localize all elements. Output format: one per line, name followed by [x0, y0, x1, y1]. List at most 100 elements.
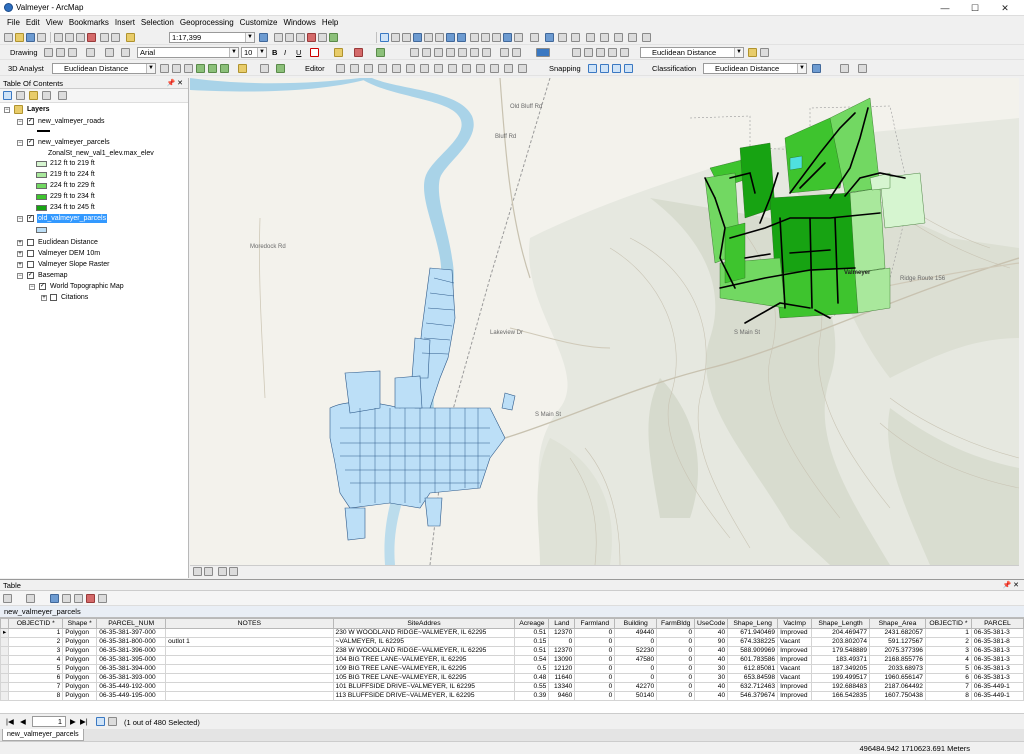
table-row[interactable]: 3 Polygon 06-35-381-396-000 238 W WOODLAND …: [0, 646, 1024, 656]
table-cell[interactable]: 3: [924, 646, 972, 656]
vertex-snapping-icon[interactable]: [612, 64, 621, 73]
table-cell[interactable]: 06-35-449-1: [970, 682, 1024, 692]
list-by-source-icon[interactable]: [16, 91, 25, 100]
table-cell[interactable]: Polygon: [62, 691, 98, 701]
menu-customize[interactable]: Customize: [237, 16, 281, 30]
table-cell[interactable]: 11640: [548, 673, 576, 683]
column-header[interactable]: Building: [614, 618, 658, 629]
snapping-menu[interactable]: Snapping: [549, 64, 581, 73]
layer-topo[interactable]: World Topographic Map: [50, 282, 124, 291]
line-of-sight-icon[interactable]: [184, 64, 193, 73]
table-cell[interactable]: 30: [694, 673, 729, 683]
color-swatch-icon[interactable]: [536, 48, 550, 57]
column-header[interactable]: Farmland: [574, 618, 616, 629]
class-swatch[interactable]: [36, 161, 47, 167]
column-header[interactable]: VacImp: [777, 618, 813, 629]
sketch-properties-icon[interactable]: [504, 64, 513, 73]
table-options-icon[interactable]: [3, 594, 12, 603]
previous-record-icon[interactable]: ◀: [20, 717, 26, 726]
column-header[interactable]: SiteAddres: [332, 618, 516, 629]
forward-extent-icon[interactable]: [457, 33, 466, 42]
hillshade-icon[interactable]: [620, 48, 629, 57]
map-view[interactable]: Ridge Route 156 Valmeyer S Main St S Mai…: [190, 78, 1019, 565]
layer-visibility-checkbox[interactable]: [50, 294, 57, 301]
table-cell[interactable]: 0: [574, 673, 616, 683]
table-cell[interactable]: 653.84598: [727, 673, 779, 683]
table-cell[interactable]: 612.85081: [727, 664, 779, 674]
pause-drawing-icon[interactable]: [229, 567, 238, 576]
table-cell[interactable]: Improved: [777, 682, 813, 692]
euclidean-distance-combo-classification[interactable]: Euclidean Distance ▼: [703, 63, 807, 74]
table-cell[interactable]: 1: [8, 628, 64, 638]
table-cell[interactable]: 101 BLUFFSIDE DRIVE~VALMEYER, IL 62295: [332, 682, 516, 692]
show-selected-records-icon[interactable]: [108, 717, 117, 726]
table-cell[interactable]: [165, 664, 334, 674]
measure-icon[interactable]: [571, 33, 580, 42]
straight-segment-icon[interactable]: [364, 64, 373, 73]
arcglobe-icon[interactable]: [276, 64, 285, 73]
table-cell[interactable]: 06-35-449-195-000: [96, 691, 167, 701]
table-cell[interactable]: 1607.750438: [869, 691, 926, 701]
table-row[interactable]: 7 Polygon 06-35-449-192-000 101 BLUFFSIDE D…: [0, 682, 1024, 692]
zoom-to-selected-icon[interactable]: [98, 594, 107, 603]
toc-window-icon[interactable]: [274, 33, 283, 42]
new-parcel[interactable]: [739, 142, 776, 219]
old-parcel[interactable]: [411, 337, 431, 379]
table-layer-tab[interactable]: new_valmeyer_parcels: [0, 606, 1024, 618]
font-name-combo[interactable]: Arial ▼: [137, 47, 239, 58]
contour-icon[interactable]: [160, 64, 169, 73]
table-cell[interactable]: 5: [924, 664, 972, 674]
cut-polygons-icon[interactable]: [448, 64, 457, 73]
menu-edit[interactable]: Edit: [23, 16, 43, 30]
collapse-icon[interactable]: −: [17, 273, 23, 279]
table-cell[interactable]: 40: [694, 628, 729, 638]
reshape-icon[interactable]: [434, 64, 443, 73]
class-swatch[interactable]: [36, 205, 47, 211]
table-cell[interactable]: 40: [694, 682, 729, 692]
maximize-button[interactable]: ☐: [960, 0, 990, 16]
table-cell[interactable]: 0: [548, 637, 576, 647]
table-cell[interactable]: Improved: [777, 655, 813, 665]
layer-visibility-checkbox[interactable]: ✓: [27, 139, 34, 146]
table-cell[interactable]: 50140: [614, 691, 658, 701]
table-cell[interactable]: [165, 682, 334, 692]
table-cell[interactable]: 0: [574, 655, 616, 665]
table-cell[interactable]: 192.688483: [811, 682, 871, 692]
record-number-field[interactable]: 1: [32, 716, 66, 727]
layer-visibility-checkbox[interactable]: [27, 250, 34, 257]
table-cell[interactable]: 13090: [548, 655, 576, 665]
collapse-icon[interactable]: −: [17, 140, 23, 146]
identify-result-icon[interactable]: [608, 48, 617, 57]
column-header[interactable]: Shape_Length: [811, 618, 871, 629]
save-icon[interactable]: [26, 33, 35, 42]
georef-zoom-icon[interactable]: [422, 48, 431, 57]
font-color-icon[interactable]: [310, 48, 319, 57]
table-cell[interactable]: 0.55: [514, 682, 550, 692]
contrast-icon[interactable]: [572, 48, 581, 57]
layer-visibility-checkbox[interactable]: ✓: [27, 272, 34, 279]
layer-visibility-checkbox[interactable]: ✓: [39, 283, 46, 290]
collapse-icon[interactable]: −: [29, 284, 35, 290]
column-header[interactable]: NOTES: [165, 618, 334, 629]
table-cell[interactable]: [165, 628, 334, 638]
table-cell[interactable]: 4: [8, 655, 64, 665]
select-features-icon[interactable]: [470, 33, 479, 42]
georef-pan-icon[interactable]: [410, 48, 419, 57]
table-cell[interactable]: Polygon: [62, 673, 98, 683]
back-extent-icon[interactable]: [446, 33, 455, 42]
swipe-icon[interactable]: [500, 48, 509, 57]
redo-icon[interactable]: [111, 33, 120, 42]
table-cell[interactable]: Vacant: [777, 637, 813, 647]
table-cell[interactable]: 1: [924, 628, 972, 638]
marker-color-icon[interactable]: [376, 48, 385, 57]
layer-basemap[interactable]: Basemap: [38, 271, 68, 280]
table-cell[interactable]: 40: [694, 646, 729, 656]
table-cell[interactable]: Polygon: [62, 637, 98, 647]
layer-visibility-checkbox[interactable]: ✓: [27, 118, 34, 125]
draw-polygon-icon[interactable]: [840, 64, 849, 73]
table-cell[interactable]: 0: [614, 673, 658, 683]
options-icon[interactable]: [58, 91, 67, 100]
create-viewer-icon[interactable]: [642, 33, 651, 42]
split-icon[interactable]: [462, 64, 471, 73]
text-tool-icon[interactable]: [105, 48, 114, 57]
